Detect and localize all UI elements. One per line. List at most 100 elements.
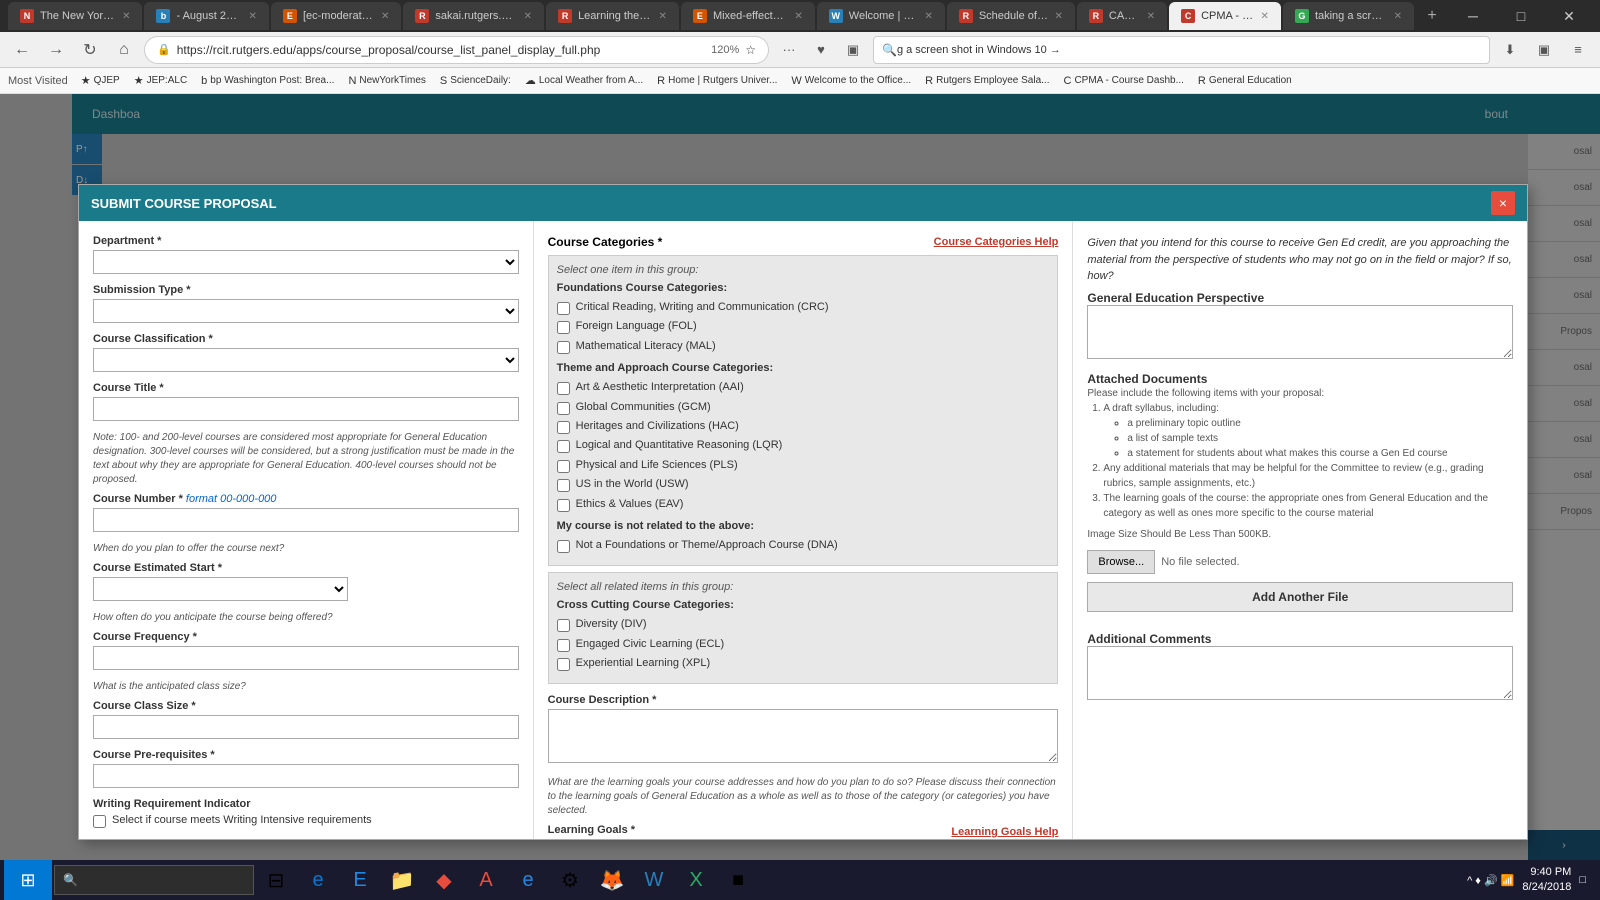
browse-button[interactable]: Browse...	[1087, 550, 1155, 574]
tab-close-icon[interactable]: ✕	[524, 11, 532, 22]
course-frequency-input[interactable]	[93, 646, 519, 670]
course-title-input[interactable]	[93, 397, 519, 421]
ie-icon[interactable]: E	[340, 860, 380, 900]
category-checkbox[interactable]	[557, 499, 570, 512]
tab-close-icon[interactable]: ✕	[1394, 11, 1402, 22]
modal-close-button[interactable]: ×	[1491, 191, 1515, 215]
course-classification-select[interactable]	[93, 348, 519, 372]
category-checkbox[interactable]	[557, 302, 570, 315]
department-select[interactable]	[93, 250, 519, 274]
tab-t9[interactable]: RCAL-R✕	[1077, 2, 1167, 30]
course-class-size-input[interactable]	[93, 715, 519, 739]
category-checkbox[interactable]	[557, 421, 570, 434]
tab-t10[interactable]: CCPMA - Co✕	[1169, 2, 1281, 30]
tab-close-icon[interactable]: ✕	[1261, 11, 1269, 22]
download-button[interactable]: ⬇	[1496, 36, 1524, 64]
bookmark-item[interactable]: ☁Local Weather from A...	[520, 72, 648, 89]
tab-t6[interactable]: EMixed-effects m✕	[681, 2, 815, 30]
category-checkbox[interactable]	[557, 382, 570, 395]
forward-button[interactable]: →	[42, 36, 70, 64]
home-button[interactable]: ⌂	[110, 36, 138, 64]
address-bar[interactable]: 🔒 https://rcit.rutgers.edu/apps/course_p…	[144, 36, 769, 64]
close-window-button[interactable]: ✕	[1546, 0, 1592, 32]
course-start-select[interactable]	[93, 577, 348, 601]
folder-icon[interactable]: 📁	[382, 860, 422, 900]
bookmark-item[interactable]: NNewYorkTimes	[343, 73, 430, 89]
tab-close-icon[interactable]: ✕	[249, 11, 257, 22]
tab-t4[interactable]: Rsakai.rutgers.edu✕	[403, 2, 544, 30]
course-start-question: When do you plan to offer the course nex…	[93, 542, 519, 556]
task-view-button[interactable]: ⊟	[256, 860, 296, 900]
bookmark-item[interactable]: WWelcome to the Office...	[786, 73, 916, 89]
writing-req-checkbox[interactable]	[93, 815, 106, 828]
word-icon[interactable]: W	[634, 860, 674, 900]
tab-close-icon[interactable]: ✕	[122, 11, 130, 22]
tab-close-icon[interactable]: ✕	[659, 11, 667, 22]
tab-t11[interactable]: Gtaking a screen✕	[1283, 2, 1414, 30]
tab-close-icon[interactable]: ✕	[924, 11, 932, 22]
category-checkbox[interactable]	[557, 341, 570, 354]
refresh-button[interactable]: ↻	[76, 36, 104, 64]
bookmark-item[interactable]: ★JEP:ALC	[129, 72, 192, 89]
category-checkbox[interactable]	[557, 540, 570, 553]
maximize-button[interactable]: □	[1498, 0, 1544, 32]
category-checkbox[interactable]	[557, 440, 570, 453]
bookmarks-button[interactable]: ▣	[1530, 36, 1558, 64]
learning-goals-help-link[interactable]: Learning Goals Help	[951, 826, 1058, 838]
tab-t7[interactable]: WWelcome | Offi✕	[817, 2, 945, 30]
app3-icon[interactable]: ■	[718, 860, 758, 900]
submission-type-select[interactable]	[93, 299, 519, 323]
bookmark-item[interactable]: bbp Washington Post: Brea...	[196, 73, 339, 89]
reader-mode-button[interactable]: ♥	[807, 36, 835, 64]
start-button[interactable]: ⊞	[4, 860, 52, 900]
tab-close-icon[interactable]: ✕	[1055, 11, 1063, 22]
course-number-input[interactable]	[93, 508, 519, 532]
notification-icon[interactable]: □	[1579, 874, 1586, 886]
taskbar-search[interactable]: 🔍	[54, 865, 254, 895]
tab-close-icon[interactable]: ✕	[794, 11, 802, 22]
gen-ed-perspective-textarea[interactable]	[1087, 305, 1513, 359]
tab-close-icon[interactable]: ✕	[381, 11, 389, 22]
tab-t5[interactable]: RLearning theory✕	[546, 2, 679, 30]
category-checkbox[interactable]	[557, 619, 570, 632]
additional-comments-textarea[interactable]	[1087, 646, 1513, 700]
bookmark-item[interactable]: CCPMA - Course Dashb...	[1058, 73, 1188, 89]
app1-icon[interactable]: ◆	[424, 860, 464, 900]
ie2-icon[interactable]: e	[508, 860, 548, 900]
tab-favicon: R	[1089, 9, 1103, 23]
app2-icon[interactable]: ⚙	[550, 860, 590, 900]
firefox-icon[interactable]: 🦊	[592, 860, 632, 900]
open-menu-button[interactable]: ≡	[1564, 36, 1592, 64]
course-description-textarea[interactable]	[548, 709, 1059, 763]
new-tab-button[interactable]: +	[1418, 2, 1446, 30]
adobe-icon[interactable]: A	[466, 860, 506, 900]
bookmark-item[interactable]: RHome | Rutgers Univer...	[652, 73, 782, 89]
category-checkbox[interactable]	[557, 639, 570, 652]
tab-t8[interactable]: RSchedule of Cl✕	[947, 2, 1075, 30]
tab-t3[interactable]: E[ec-moderated]✕	[271, 2, 401, 30]
more-options-button[interactable]: ···	[775, 36, 803, 64]
bookmark-item[interactable]: SScienceDaily:	[435, 73, 516, 89]
bookmark-item[interactable]: RGeneral Education	[1193, 73, 1297, 89]
bookmark-star-icon[interactable]: ☆	[745, 43, 756, 57]
not-related-title: My course is not related to the above:	[557, 520, 1050, 532]
category-checkbox[interactable]	[557, 402, 570, 415]
category-checkbox[interactable]	[557, 321, 570, 334]
tab-t1[interactable]: NThe New York T✕	[8, 2, 142, 30]
category-checkbox[interactable]	[557, 460, 570, 473]
tab-close-icon[interactable]: ✕	[1147, 11, 1155, 22]
course-categories-help-link[interactable]: Course Categories Help	[934, 236, 1059, 248]
tab-t2[interactable]: b- August 2018✕	[144, 2, 268, 30]
excel-icon[interactable]: X	[676, 860, 716, 900]
edge-icon[interactable]: e	[298, 860, 338, 900]
category-checkbox[interactable]	[557, 658, 570, 671]
bookmark-item[interactable]: ★QJEP	[76, 72, 125, 89]
add-another-file-button[interactable]: Add Another File	[1087, 582, 1513, 612]
search-box[interactable]: 🔍 g a screen shot in Windows 10 →	[873, 36, 1490, 64]
sidebar-button[interactable]: ▣	[839, 36, 867, 64]
minimize-button[interactable]: ─	[1450, 0, 1496, 32]
bookmark-item[interactable]: RRutgers Employee Sala...	[920, 73, 1054, 89]
category-checkbox[interactable]	[557, 479, 570, 492]
course-prereq-input[interactable]	[93, 764, 519, 788]
back-button[interactable]: ←	[8, 36, 36, 64]
